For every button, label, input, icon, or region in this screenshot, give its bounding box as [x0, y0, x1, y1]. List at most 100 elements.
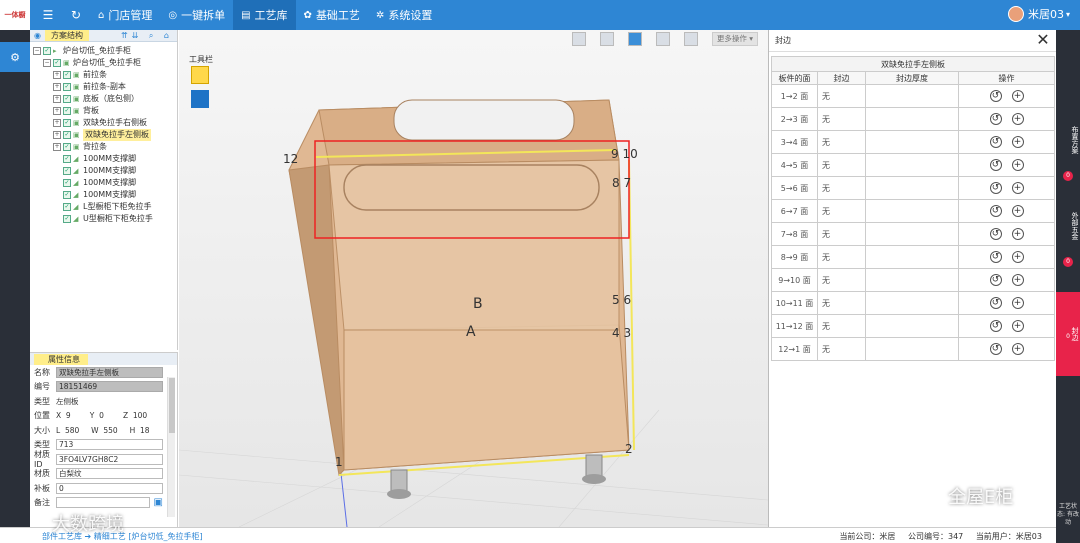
tree-checkbox[interactable]: ✓ [63, 179, 71, 187]
tree-checkbox[interactable]: ✓ [63, 203, 71, 211]
save-view-icon[interactable] [571, 32, 586, 46]
add-icon[interactable]: + [1011, 343, 1024, 355]
history-icon[interactable]: ↺ [989, 343, 1002, 355]
seal-cell[interactable]: 无 [817, 153, 866, 177]
history-icon[interactable]: ↺ [989, 113, 1002, 125]
tab-layout-scheme[interactable]: 布置方案 [1056, 122, 1080, 158]
tree-checkbox[interactable]: ✓ [63, 215, 71, 223]
save-icon[interactable]: ▣ [154, 497, 163, 508]
seal-cell[interactable]: 无 [817, 245, 866, 269]
add-icon[interactable]: + [1011, 159, 1024, 171]
nav-item-1[interactable]: ◎ 一键拆单 [160, 0, 233, 30]
tree-node[interactable]: + ✓ ▣ 前拉条 [33, 69, 177, 81]
tree-node[interactable]: ✓ ◢ L型橱柜下柜免拉手 [33, 201, 177, 213]
add-icon[interactable]: + [1011, 136, 1024, 148]
tree-node[interactable]: − ✓ ▸ 炉台切低_免拉手柜 [33, 45, 177, 57]
history-icon[interactable]: ↺ [989, 90, 1002, 102]
type2-field[interactable]: 713 [56, 439, 163, 451]
tree-checkbox[interactable]: ✓ [63, 143, 71, 151]
tree-node[interactable]: + ✓ ▣ 双缺免拉手右侧板 [33, 117, 177, 129]
tree-node[interactable]: + ✓ ▣ 底板（底包侧） [33, 93, 177, 105]
3d-viewport[interactable]: 12 9 10 8 7 5 6 4 3 1 2 B A 更多操作 ▾ 工具栏 [179, 30, 768, 527]
seal-cell[interactable]: 无 [817, 337, 866, 361]
add-icon[interactable]: + [1011, 320, 1024, 332]
tree-checkbox[interactable]: ✓ [43, 47, 51, 55]
seal-cell[interactable]: 无 [817, 176, 866, 200]
history-icon[interactable]: ↺ [989, 136, 1002, 148]
tree-node[interactable]: + ✓ ▣ 背板 [33, 105, 177, 117]
tree-checkbox[interactable]: ✓ [63, 155, 71, 163]
history-icon[interactable]: ↺ [989, 274, 1002, 286]
seal-cell[interactable]: 无 [817, 130, 866, 154]
nav-item-3[interactable]: ✿ 基础工艺 [296, 0, 368, 30]
tree-checkbox[interactable]: ✓ [63, 83, 71, 91]
add-icon[interactable]: + [1011, 228, 1024, 240]
tree-node[interactable]: ✓ ◢ 100MM支撑脚 [33, 165, 177, 177]
add-icon[interactable]: + [1011, 182, 1024, 194]
expand-toggle-icon[interactable]: + [53, 95, 61, 103]
history-icon[interactable]: ↺ [989, 297, 1002, 309]
expand-toggle-icon[interactable]: + [53, 143, 61, 151]
tree-node[interactable]: + ✓ ▣ 前拉条-副本 [33, 81, 177, 93]
select-arrow-icon[interactable] [191, 66, 209, 84]
tree-node[interactable]: ✓ ◢ 100MM支撑脚 [33, 189, 177, 201]
copy-icon[interactable] [627, 32, 642, 46]
add-icon[interactable]: + [1011, 297, 1024, 309]
lightning-icon[interactable] [683, 32, 698, 46]
tree-checkbox[interactable]: ✓ [63, 119, 71, 127]
tab-external-hardware[interactable]: 外部五金 [1056, 208, 1080, 244]
fill-field[interactable]: 0 [56, 482, 163, 494]
size-values[interactable]: L 580 W 550 H 18 [56, 426, 177, 435]
seal-cell[interactable]: 无 [817, 314, 866, 338]
tree-tools[interactable]: ⇈⇊ ⌕ ⌂ [121, 31, 173, 41]
tree-node[interactable]: ✓ ◢ U型橱柜下柜免拉手 [33, 213, 177, 225]
expand-toggle-icon[interactable]: − [43, 59, 51, 67]
cabinet-3d-view[interactable] [179, 30, 768, 527]
tree-checkbox[interactable]: ✓ [63, 167, 71, 175]
tree-checkbox[interactable]: ✓ [63, 95, 71, 103]
nav-item-0[interactable]: ⌂ 门店管理 [90, 0, 160, 30]
position-values[interactable]: X 9 Y 0 Z 100 [56, 411, 177, 420]
tree-node[interactable]: + ✓ ▣ 背拉条 [33, 141, 177, 153]
seal-cell[interactable]: 无 [817, 107, 866, 131]
expand-toggle-icon[interactable]: + [53, 119, 61, 127]
history-icon[interactable]: ↺ [989, 228, 1002, 240]
tree-checkbox[interactable]: ✓ [63, 191, 71, 199]
seal-cell[interactable]: 无 [817, 222, 866, 246]
history-icon[interactable]: ↺ [989, 159, 1002, 171]
tree-checkbox[interactable]: ✓ [63, 71, 71, 79]
menu-icon[interactable]: ☰ [38, 8, 58, 22]
expand-toggle-icon[interactable]: + [53, 131, 61, 139]
nav-item-4[interactable]: ✲ 系统设置 [368, 0, 440, 30]
expand-toggle-icon[interactable]: + [53, 71, 61, 79]
tree-node[interactable]: − ✓ ▣ 炉台切低_免拉手柜 [33, 57, 177, 69]
property-scrollbar[interactable] [167, 377, 175, 517]
seal-cell[interactable]: 无 [817, 291, 866, 315]
tree-node[interactable]: + ✓ ▣ 双缺免拉手左侧板 [33, 129, 177, 141]
tree-checkbox[interactable]: ✓ [53, 59, 61, 67]
seal-cell[interactable]: 无 [817, 84, 866, 108]
history-icon[interactable]: ↺ [989, 251, 1002, 263]
tree-node[interactable]: ✓ ◢ 100MM支撑脚 [33, 153, 177, 165]
add-icon[interactable]: + [1011, 274, 1024, 286]
material-id-field[interactable]: 3FO4LV7GH8C2 [56, 453, 163, 465]
seal-cell[interactable]: 无 [817, 199, 866, 223]
more-ops-dropdown[interactable]: 更多操作 ▾ [711, 32, 758, 46]
history-icon[interactable]: ↺ [989, 320, 1002, 332]
brand-logo[interactable]: 一体橱 [0, 0, 30, 30]
add-icon[interactable]: + [1011, 90, 1024, 102]
refresh-icon[interactable]: ↻ [66, 8, 86, 22]
bike-icon[interactable]: ⚙ [0, 42, 30, 72]
tree-node[interactable]: ✓ ◢ 100MM支撑脚 [33, 177, 177, 189]
history-icon[interactable]: ↺ [989, 182, 1002, 194]
target-icon[interactable] [599, 32, 614, 46]
expand-toggle-icon[interactable]: − [33, 47, 41, 55]
material-field[interactable]: 白梨纹 [56, 468, 163, 480]
history-icon[interactable]: ↺ [989, 205, 1002, 217]
tree-checkbox[interactable]: ✓ [63, 131, 71, 139]
seal-cell[interactable]: 无 [817, 268, 866, 292]
fullscreen-icon[interactable] [655, 32, 670, 46]
user-menu[interactable]: 米居03 ▾ [1007, 6, 1070, 22]
nav-item-2[interactable]: ▤ 工艺库 [233, 0, 296, 30]
add-icon[interactable]: + [1011, 113, 1024, 125]
